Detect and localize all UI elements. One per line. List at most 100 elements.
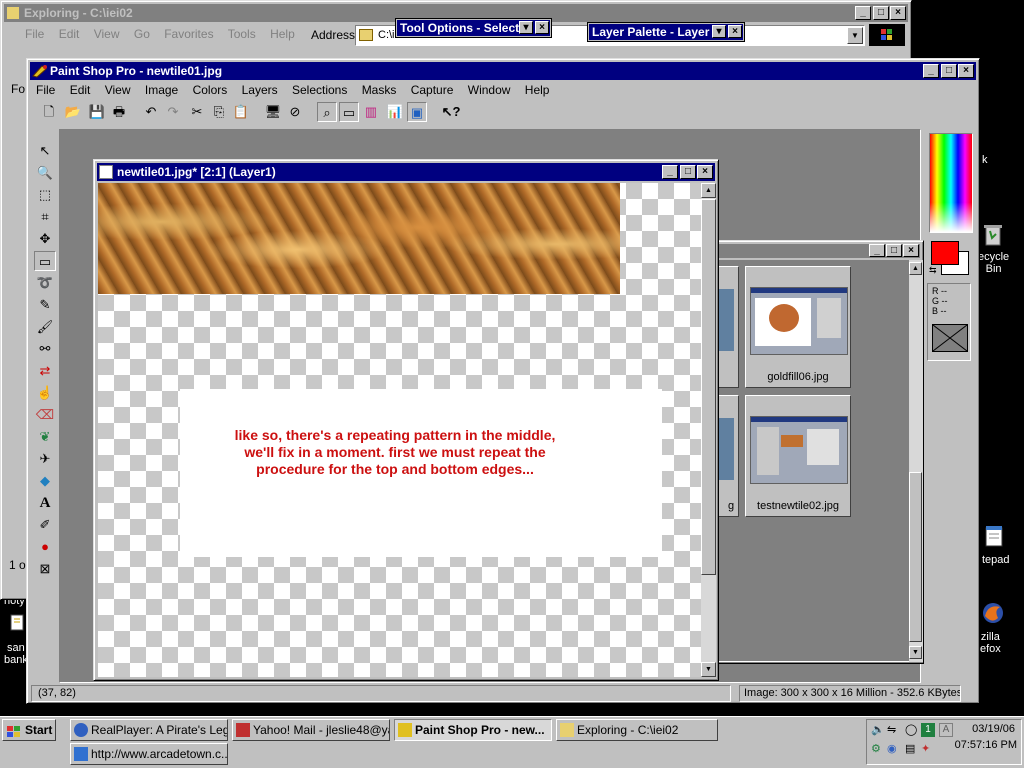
firefox-icon[interactable] (980, 600, 1006, 626)
arrow-tool-icon[interactable]: ↖ (34, 141, 56, 161)
psp-menu-view[interactable]: View (105, 83, 131, 97)
task-arcadetown[interactable]: http://www.arcadetown.c... (70, 743, 228, 765)
undo-icon[interactable]: ↶ (141, 102, 161, 122)
psp-menu-capture[interactable]: Capture (411, 83, 454, 97)
image-minimize-button[interactable]: _ (662, 165, 678, 179)
psp-menu-file[interactable]: File (36, 83, 55, 97)
freehand-tool-icon[interactable]: ➰ (34, 273, 56, 293)
object-selector-tool-icon[interactable]: ⊠ (34, 559, 56, 579)
paste-icon[interactable]: 📋 (231, 102, 251, 122)
eraser-tool-icon[interactable]: ⌫ (34, 405, 56, 425)
retouch-tool-icon[interactable]: ☝ (34, 383, 56, 403)
menu-favorites[interactable]: Favorites (164, 27, 213, 41)
psp-menu-masks[interactable]: Masks (362, 83, 397, 97)
redo-icon[interactable]: ↷ (163, 102, 183, 122)
image-scroll-down[interactable]: ▼ (701, 662, 716, 677)
image-maximize-button[interactable]: □ (680, 165, 696, 179)
paintbrush-tool-icon[interactable]: 🖌 (34, 317, 56, 337)
recycle-bin-icon[interactable] (980, 222, 1006, 248)
dropper-tool-icon[interactable]: ✎ (34, 295, 56, 315)
browse-scrollbar[interactable]: ▲ ▼ (909, 260, 923, 662)
psp-maximize-button[interactable]: □ (941, 64, 957, 78)
mouse-icon[interactable]: ◯ (905, 723, 917, 736)
menu-go[interactable]: Go (134, 27, 150, 41)
browse-titlebar[interactable]: _ □ × (690, 244, 920, 258)
cut-icon[interactable]: ✂ (187, 102, 207, 122)
image-scroll-up[interactable]: ▲ (701, 183, 716, 198)
crop-tool-icon[interactable]: ⌗ (34, 207, 56, 227)
image-scroll-thumb[interactable] (701, 199, 716, 575)
tray-icon-row2-1[interactable]: ⚙ (871, 742, 881, 755)
tray-icon-a[interactable]: A (939, 723, 953, 737)
start-button[interactable]: Start (2, 719, 56, 741)
task-exploring[interactable]: Exploring - C:\iei02 (556, 719, 718, 741)
tool-options-menu-button[interactable]: ▾ (519, 21, 533, 34)
tray-time[interactable]: 07:57:16 PM (955, 739, 1017, 751)
menu-edit[interactable]: Edit (59, 27, 80, 41)
maximize-button[interactable]: □ (873, 6, 889, 20)
task-paint-shop-pro[interactable]: Paint Shop Pro - new... (394, 719, 552, 741)
minimize-button[interactable]: _ (855, 6, 871, 20)
address-dropdown-button[interactable]: ▼ (847, 27, 863, 44)
mover-tool-icon[interactable]: ✥ (34, 229, 56, 249)
tray-icon-row2-4[interactable]: ✦ (921, 742, 930, 755)
draw-tool-icon[interactable]: ✐ (34, 515, 56, 535)
histogram-toggle-icon[interactable]: 📊 (385, 102, 405, 122)
psp-minimize-button[interactable]: _ (923, 64, 939, 78)
image-titlebar[interactable]: newtile01.jpg* [2:1] (Layer1) _ □ × (97, 163, 715, 181)
psp-menu-help[interactable]: Help (525, 83, 550, 97)
context-help-icon[interactable]: ↖? (441, 102, 461, 122)
full-screen-icon[interactable]: 🖥 (263, 102, 283, 122)
selection-tool-icon[interactable]: ▭ (34, 251, 56, 271)
layer-palette[interactable]: Layer Palette - Layer ▾ × (587, 22, 745, 42)
preset-shapes-tool-icon[interactable]: ● (34, 537, 56, 557)
desktop-icon-left2[interactable] (8, 612, 28, 632)
swap-colors-icon[interactable]: ⇆ (929, 265, 937, 276)
menu-help[interactable]: Help (270, 27, 295, 41)
new-file-icon[interactable]: 🗋 (39, 102, 59, 122)
color-replacer-tool-icon[interactable]: ⇄ (34, 361, 56, 381)
color-palette-toggle-icon[interactable]: ▥ (361, 102, 381, 122)
browse-maximize-button[interactable]: □ (886, 244, 902, 257)
tool-options-close-button[interactable]: × (535, 21, 549, 34)
browse-window[interactable]: _ □ × g goldfill06.jpg testnewtile02.jpg… (686, 240, 924, 664)
save-icon[interactable]: 💾 (87, 102, 107, 122)
network-icon[interactable]: ⇋ (887, 723, 896, 736)
tool-palette-toggle-icon[interactable]: ⌕ (317, 102, 337, 122)
menu-view[interactable]: View (94, 27, 120, 41)
layer-palette-toggle-icon[interactable]: ▣ (407, 102, 427, 122)
browse-scroll-down[interactable]: ▼ (909, 646, 922, 659)
thumb-testnewtile02[interactable]: testnewtile02.jpg (745, 395, 851, 517)
airbrush-tool-icon[interactable]: ✈ (34, 449, 56, 469)
psp-titlebar[interactable]: Paint Shop Pro - newtile01.jpg _ □ × (30, 62, 976, 80)
volume-icon[interactable]: 🔈 (871, 723, 885, 736)
browse-close-button[interactable]: × (903, 244, 919, 257)
psp-menu-selections[interactable]: Selections (292, 83, 347, 97)
text-tool-icon[interactable]: A (34, 493, 56, 513)
copy-icon[interactable]: ⎘ (209, 102, 229, 122)
layer-palette-close-button[interactable]: × (728, 25, 742, 38)
tray-icon-row2-3[interactable]: ▤ (905, 742, 915, 755)
pattern-swatch[interactable] (932, 324, 968, 352)
tray-icon-row2-2[interactable]: ◉ (887, 742, 897, 755)
tray-date[interactable]: 03/19/06 (972, 723, 1015, 735)
deformation-tool-icon[interactable]: ⬚ (34, 185, 56, 205)
style-bar-toggle-icon[interactable]: ▭ (339, 102, 359, 122)
foreground-color-swatch[interactable] (931, 241, 959, 265)
clone-brush-tool-icon[interactable]: ⚯ (34, 339, 56, 359)
print-icon[interactable]: 🖶 (109, 102, 129, 122)
menu-tools[interactable]: Tools (228, 27, 256, 41)
thumb-goldfill06[interactable]: goldfill06.jpg (745, 266, 851, 388)
task-yahoo-mail[interactable]: Yahoo! Mail - jleslie48@ya... (232, 719, 390, 741)
psp-menu-edit[interactable]: Edit (70, 83, 91, 97)
psp-menu-colors[interactable]: Colors (193, 83, 228, 97)
tray-icon-1[interactable]: 1 (921, 723, 935, 737)
browse-scroll-up[interactable]: ▲ (909, 262, 922, 275)
image-scrollbar[interactable]: ▲ ▼ (701, 183, 716, 677)
close-button[interactable]: × (890, 6, 906, 20)
zoom-tool-icon[interactable]: 🔍 (34, 163, 56, 183)
psp-menu-window[interactable]: Window (468, 83, 511, 97)
picture-tube-tool-icon[interactable]: ❦ (34, 427, 56, 447)
browse-minimize-button[interactable]: _ (869, 244, 885, 257)
open-folder-icon[interactable]: 📂 (63, 102, 83, 122)
